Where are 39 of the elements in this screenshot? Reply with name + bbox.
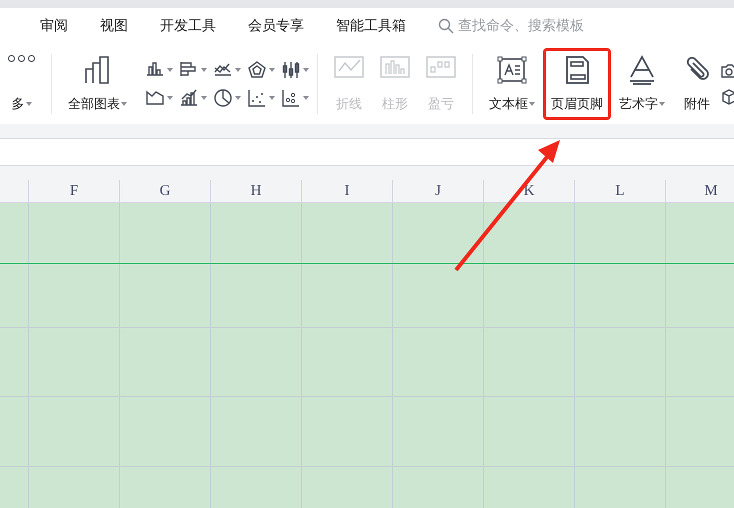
menu-tab[interactable]: 视图: [88, 17, 140, 35]
column-header[interactable]: L: [574, 180, 665, 202]
search-icon: [438, 18, 454, 34]
column-header[interactable]: G: [119, 180, 210, 202]
more-button[interactable]: 多: [0, 48, 43, 120]
chart-type-button[interactable]: [247, 60, 275, 80]
insert-button[interactable]: 艺术字: [611, 48, 673, 120]
insert-button[interactable]: 附件: [673, 48, 721, 120]
win-loss-sparkline-icon: [426, 55, 456, 79]
stock-chart-icon: [281, 60, 301, 80]
chart-type-button[interactable]: [213, 88, 241, 108]
column-header[interactable]: F: [28, 180, 119, 202]
chart-type-button[interactable]: [281, 60, 309, 80]
pie-chart-icon: [213, 88, 233, 108]
bubble-chart-icon: [281, 88, 301, 108]
column-sparkline-icon: [380, 55, 410, 79]
all-charts-button[interactable]: 全部图表: [60, 48, 135, 120]
insert-button[interactable]: 文本框: [481, 48, 543, 120]
text-box-icon: [496, 55, 528, 85]
menu-tab[interactable]: 开发工具: [148, 17, 228, 35]
column-header[interactable]: I: [301, 180, 392, 202]
menu-tab[interactable]: 智能工具箱: [324, 17, 418, 35]
combo-chart-icon: [179, 88, 199, 108]
scatter-chart-icon: [247, 88, 267, 108]
chart-type-button[interactable]: [281, 88, 309, 108]
column-header[interactable]: H: [210, 180, 301, 202]
chart-type-button[interactable]: [179, 88, 207, 108]
camera-icon[interactable]: [721, 63, 734, 79]
chart-type-button[interactable]: [247, 88, 275, 108]
column-header[interactable]: J: [392, 180, 483, 202]
column-header[interactable]: M: [665, 180, 734, 202]
radar-chart-icon: [247, 60, 267, 80]
line-sparkline-icon: [334, 55, 364, 79]
bar-chart-icon: [84, 55, 112, 85]
insert-button[interactable]: 页眉页脚: [543, 48, 611, 120]
menu-tab[interactable]: 会员专享: [236, 17, 316, 35]
more-dots-icon: [8, 55, 35, 62]
menu-tab[interactable]: 审阅: [28, 17, 80, 35]
cube-icon[interactable]: [721, 89, 734, 105]
